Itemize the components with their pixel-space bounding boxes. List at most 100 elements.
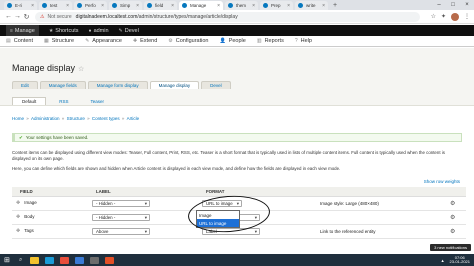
browser-tab[interactable]: them ×: [225, 1, 258, 10]
show-row-weights-link[interactable]: Show row weights: [424, 179, 460, 184]
favicon-icon: [147, 3, 152, 8]
vscode-icon[interactable]: [75, 256, 85, 264]
close-window-icon[interactable]: ×: [460, 0, 474, 10]
window-controls: – □ ×: [432, 0, 474, 10]
close-icon[interactable]: ×: [252, 3, 255, 9]
bookmark-star-icon[interactable]: ☆: [431, 13, 436, 20]
browser-tab[interactable]: Simp ×: [109, 1, 142, 10]
toolbar-user[interactable]: ● admin: [89, 28, 109, 34]
content-icon: ▤: [6, 38, 11, 44]
minimize-icon[interactable]: –: [432, 0, 446, 10]
browser-tab[interactable]: write ×: [295, 1, 328, 10]
browser-tab[interactable]: test ×: [39, 1, 72, 10]
wrench-icon: ✎: [118, 27, 123, 34]
close-icon[interactable]: ×: [66, 3, 69, 9]
breadcrumb-link[interactable]: Article: [127, 116, 140, 121]
favicon-icon: [263, 3, 268, 8]
label-select[interactable]: Above: [92, 227, 150, 235]
close-icon[interactable]: ×: [171, 3, 174, 9]
tray-item-help[interactable]: ? Help: [295, 38, 312, 44]
tray-item-people[interactable]: 👤 People: [219, 38, 245, 44]
tab-edit[interactable]: Edit: [12, 81, 38, 89]
network-icon[interactable]: ▲: [441, 258, 445, 263]
tab-teaser[interactable]: Teaser: [82, 97, 114, 105]
shortcut-star-icon[interactable]: ☆: [78, 66, 84, 73]
app-icon[interactable]: [105, 256, 115, 264]
people-icon: 👤: [219, 38, 226, 44]
close-icon[interactable]: ×: [287, 3, 290, 9]
tab-rss[interactable]: RSS: [50, 97, 77, 105]
profile-avatar[interactable]: [451, 12, 459, 21]
file-explorer-icon[interactable]: [30, 256, 40, 264]
secondary-tabs: Default RSS Teaser: [12, 97, 117, 105]
tab-devel[interactable]: Devel: [201, 81, 231, 89]
back-icon[interactable]: ←: [4, 13, 13, 20]
forward-icon[interactable]: →: [13, 13, 22, 20]
close-icon[interactable]: ×: [31, 3, 34, 9]
address-bar: ← → ↻ ⚠ Not secure digitalnadeem.localte…: [0, 10, 474, 24]
close-icon[interactable]: ×: [136, 3, 139, 9]
tray-item-appearance[interactable]: ✎ Appearance: [85, 38, 122, 44]
drag-handle-icon[interactable]: ✥: [16, 200, 20, 206]
url-path: /admin/structure/types/manage/article/di…: [137, 13, 238, 20]
column-header-format: FORMAT: [198, 187, 316, 197]
appearance-icon: ✎: [85, 38, 90, 44]
toolbar-devel[interactable]: ✎ Devel: [119, 28, 139, 34]
reload-icon[interactable]: ↻: [22, 13, 31, 21]
drag-handle-icon[interactable]: ✥: [16, 228, 20, 234]
toolbar-manage[interactable]: ≡ Manage: [6, 25, 39, 36]
admin-toolbar: ≡ Manage ★ Shortcuts ● admin ✎ Devel: [0, 25, 474, 36]
tray-item-extend[interactable]: ✚ Extend: [133, 38, 157, 44]
gear-icon[interactable]: ⚙: [450, 229, 455, 235]
tray-item-content[interactable]: ▤ Content: [6, 38, 33, 44]
tab-manage-display[interactable]: Manage display: [149, 81, 200, 89]
url-field[interactable]: ⚠ Not secure digitalnadeem.localtest.com…: [35, 11, 420, 22]
breadcrumb-link[interactable]: Structure: [67, 116, 85, 121]
check-icon: ✔: [19, 134, 23, 140]
formatter-summary: [316, 210, 446, 225]
breadcrumb-link[interactable]: Home: [12, 116, 24, 121]
favicon-icon: [77, 3, 82, 8]
browser-tab-active[interactable]: Manage ×: [179, 1, 223, 10]
maximize-icon[interactable]: □: [446, 0, 460, 10]
formatter-summary: Link to the referenced entity: [316, 224, 446, 239]
browser-tab[interactable]: Perfo ×: [74, 1, 107, 10]
tab-manage-form-display[interactable]: Manage form display: [87, 81, 148, 89]
new-tab-button[interactable]: +: [333, 2, 337, 9]
browser-menu-icon[interactable]: ⋮: [464, 13, 470, 20]
windows-start-icon[interactable]: ⊞: [4, 256, 13, 264]
browser-tab[interactable]: E-ri ×: [4, 1, 37, 10]
tray-item-configuration[interactable]: ⚙ Configuration: [168, 38, 208, 44]
admin-tray: ▤ Content ▦ Structure ✎ Appearance ✚ Extend …: [0, 36, 474, 47]
structure-icon: ▦: [44, 38, 49, 44]
search-icon[interactable]: ⌕: [19, 257, 22, 264]
breadcrumb-link[interactable]: Content types: [92, 116, 120, 121]
label-select[interactable]: - Hidden -: [92, 213, 150, 221]
drag-handle-icon[interactable]: ✥: [16, 214, 20, 220]
gear-icon[interactable]: ⚙: [450, 215, 455, 221]
label-select[interactable]: - Hidden -: [92, 199, 150, 207]
tray-item-structure[interactable]: ▦ Structure: [44, 38, 74, 44]
star-icon: ★: [48, 27, 54, 34]
clock[interactable]: 07:06 23-01-2021: [450, 255, 470, 265]
browser-tab[interactable]: Prep ×: [260, 1, 293, 10]
extensions-icon[interactable]: ✦: [441, 13, 446, 20]
close-icon[interactable]: ×: [322, 3, 325, 9]
close-icon[interactable]: ×: [217, 3, 220, 9]
gear-icon[interactable]: ⚙: [450, 201, 455, 207]
breadcrumb: Home » Administration » Structure » Cont…: [12, 116, 140, 121]
tab-manage-fields[interactable]: Manage fields: [39, 81, 86, 89]
reports-icon: ▥: [256, 38, 262, 44]
column-header-field: FIELD: [12, 187, 88, 197]
close-icon[interactable]: ×: [101, 3, 104, 9]
browser-tab[interactable]: field ×: [144, 1, 177, 10]
toolbar-shortcuts[interactable]: ★ Shortcuts: [49, 28, 79, 34]
terminal-icon[interactable]: [90, 256, 100, 264]
tab-default[interactable]: Default: [12, 97, 47, 105]
tray-item-reports[interactable]: ▥ Reports: [257, 38, 284, 44]
breadcrumb-link[interactable]: Administration: [31, 116, 60, 121]
edge-icon[interactable]: [45, 256, 55, 264]
user-icon: ●: [88, 27, 92, 34]
notification-toast[interactable]: 3 new notifications: [430, 244, 471, 251]
chrome-icon[interactable]: [60, 256, 70, 264]
